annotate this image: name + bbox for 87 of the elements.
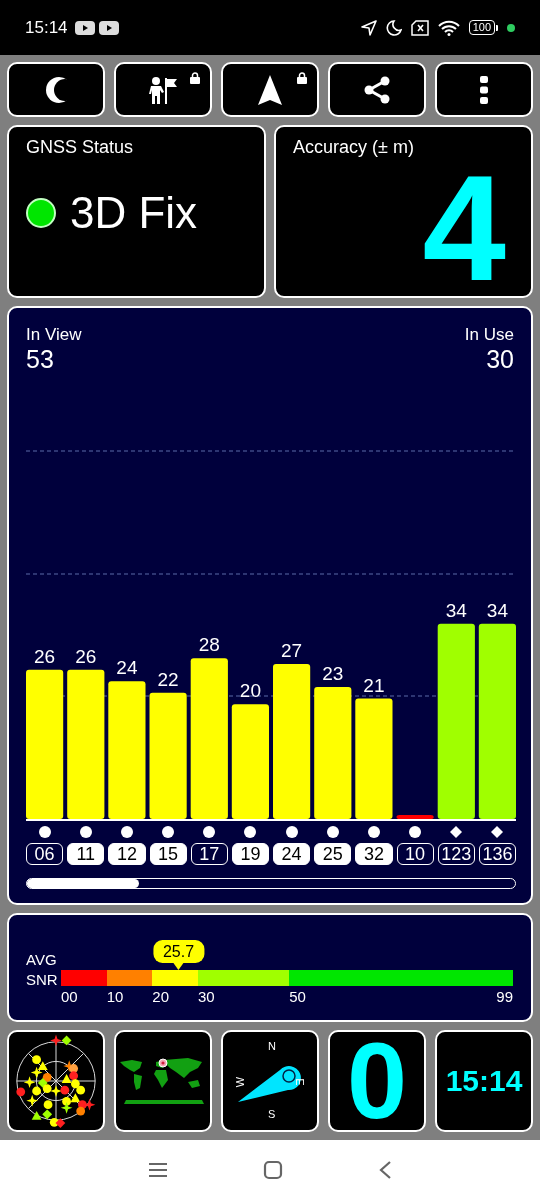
diamond-icon bbox=[450, 826, 463, 838]
speed-value: 0 bbox=[346, 1032, 408, 1130]
satellite-id: 11 bbox=[67, 843, 105, 865]
compass-tile[interactable]: N E S W bbox=[221, 1030, 319, 1132]
location-arrow-icon bbox=[360, 19, 377, 36]
bar-value-label: 28 bbox=[198, 634, 220, 656]
speed-tile[interactable]: 0 bbox=[328, 1030, 426, 1132]
dot-icon bbox=[79, 826, 92, 838]
dot-icon bbox=[244, 826, 257, 838]
share-button[interactable] bbox=[328, 62, 426, 117]
back-icon[interactable] bbox=[378, 1160, 393, 1180]
more-icon bbox=[480, 75, 488, 104]
navigation-arrow-icon bbox=[257, 73, 283, 106]
lock-icon bbox=[190, 72, 200, 84]
snr-tick-label: 10 bbox=[106, 988, 124, 1005]
fix-status: 3D Fix bbox=[70, 188, 198, 238]
menu-icon[interactable] bbox=[147, 1162, 168, 1178]
clock-tile[interactable]: 15:14 bbox=[435, 1030, 533, 1132]
share-icon bbox=[363, 75, 391, 104]
satellite-id: 24 bbox=[273, 843, 311, 865]
video-play-icon bbox=[98, 20, 119, 35]
satellite-id: 17 bbox=[190, 843, 228, 865]
lock-icon bbox=[297, 72, 307, 84]
card-title: Accuracy (± m) bbox=[293, 137, 414, 158]
world-map-tile[interactable] bbox=[114, 1030, 212, 1132]
navigation-button[interactable] bbox=[221, 62, 319, 117]
accuracy-value: 4 bbox=[422, 172, 506, 284]
satellite-id: 32 bbox=[355, 843, 393, 865]
compass-east-label: E bbox=[293, 1078, 306, 1086]
bar bbox=[396, 815, 434, 819]
moon-icon bbox=[385, 19, 402, 36]
compass-west-label: W bbox=[234, 1076, 247, 1088]
bar-value-label: 26 bbox=[75, 645, 97, 667]
dot-icon bbox=[285, 826, 298, 838]
bar-value-label: 34 bbox=[445, 599, 467, 621]
in-use-count: 30 bbox=[486, 345, 514, 373]
card-title: GNSS Status bbox=[26, 137, 134, 158]
bar-value-label: 26 bbox=[34, 645, 56, 667]
clock-value: 15:14 bbox=[445, 1064, 523, 1098]
home-icon[interactable] bbox=[263, 1160, 283, 1180]
dot-icon bbox=[203, 826, 216, 838]
battery-level: 100 bbox=[468, 20, 495, 35]
person-flag-button[interactable] bbox=[114, 62, 212, 117]
dot-icon bbox=[38, 826, 51, 838]
in-view-count: 53 bbox=[26, 345, 55, 373]
dot-icon bbox=[367, 826, 380, 838]
satellite-id: 136 bbox=[478, 843, 516, 865]
dot-icon bbox=[162, 826, 175, 838]
dot-icon bbox=[326, 826, 339, 838]
bar-value-label: 34 bbox=[486, 599, 508, 621]
satellite-id: 123 bbox=[437, 843, 475, 865]
snr-tick-label: 00 bbox=[61, 988, 78, 1005]
bar-value-label: 23 bbox=[322, 663, 344, 684]
moon-icon bbox=[45, 75, 67, 104]
bar-value-label: 20 bbox=[239, 680, 261, 702]
satellite-id: 10 bbox=[396, 843, 434, 865]
night-button[interactable] bbox=[7, 62, 105, 117]
bar-value-label: 21 bbox=[363, 674, 385, 696]
satellite-id: 25 bbox=[314, 843, 352, 865]
sim-card-icon bbox=[410, 19, 429, 36]
dot-icon bbox=[409, 826, 422, 838]
status-dot-icon bbox=[507, 23, 515, 32]
snr-tick-label: 50 bbox=[289, 988, 306, 1005]
satellite-id: 19 bbox=[231, 843, 269, 865]
wifi-icon bbox=[437, 19, 460, 36]
video-play-icon bbox=[74, 20, 95, 35]
diamond-icon bbox=[491, 826, 504, 838]
satellite-id: 15 bbox=[149, 843, 187, 865]
in-view-label: In View bbox=[26, 324, 82, 345]
snr-label: SNR bbox=[26, 970, 59, 990]
bar-value-label: 27 bbox=[281, 640, 303, 661]
person-flag-icon bbox=[148, 74, 178, 105]
compass-south-label: S bbox=[268, 1108, 276, 1120]
more-button[interactable] bbox=[435, 62, 533, 117]
satellite-id: 06 bbox=[26, 843, 64, 865]
in-use-label: In Use bbox=[464, 324, 514, 345]
bar-value-label: 24 bbox=[116, 657, 138, 679]
compass-north-label: N bbox=[268, 1040, 276, 1052]
snr-tick-label: 99 bbox=[496, 988, 513, 1005]
avg-snr-value: 25.7 bbox=[152, 940, 205, 970]
avg-label: AVG bbox=[26, 950, 58, 970]
snr-tick-label: 30 bbox=[197, 988, 215, 1005]
bar-value-label: 22 bbox=[157, 668, 179, 690]
dot-icon bbox=[120, 826, 133, 838]
satellite-id: 12 bbox=[108, 843, 146, 865]
snr-tick-label: 20 bbox=[152, 988, 169, 1005]
clock-time: 15:14 bbox=[25, 17, 68, 38]
